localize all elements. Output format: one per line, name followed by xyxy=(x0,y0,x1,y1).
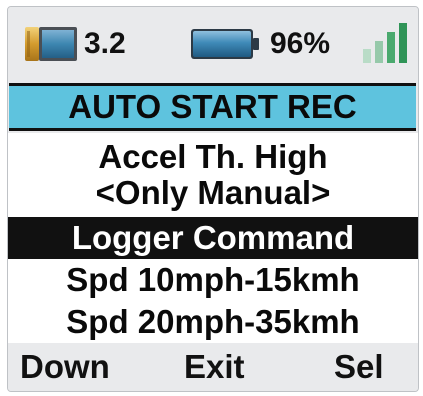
device-screen: 3.2 96% AUTO START REC Accel Th. High <O… xyxy=(7,6,419,392)
sd-card-icon xyxy=(25,27,77,61)
menu-item-label: Accel Th. High xyxy=(98,138,328,175)
menu-item-speed-20mph[interactable]: Spd 20mph-35kmh xyxy=(8,301,418,343)
battery-icon xyxy=(191,29,259,59)
battery-value: 96% xyxy=(270,27,331,60)
status-bar: 3.2 96% xyxy=(8,7,418,77)
exit-softkey[interactable]: Exit xyxy=(184,347,245,387)
menu-title: AUTO START REC xyxy=(9,83,416,131)
signal-strength-icon xyxy=(363,23,407,63)
menu-item-speed-10mph[interactable]: Spd 10mph-15kmh xyxy=(8,259,418,301)
menu-item-logger-command[interactable]: Logger Command xyxy=(8,217,418,259)
select-softkey[interactable]: Sel xyxy=(334,347,384,387)
down-softkey[interactable]: Down xyxy=(20,347,110,387)
softkey-bar: Down Exit Sel xyxy=(8,343,418,391)
menu-item-accel-threshold[interactable]: Accel Th. High <Only Manual> xyxy=(8,133,418,217)
menu-item-value: <Only Manual> xyxy=(95,174,331,211)
menu-list: Accel Th. High <Only Manual> Logger Comm… xyxy=(8,133,418,343)
sd-card-value: 3.2 xyxy=(84,27,126,60)
